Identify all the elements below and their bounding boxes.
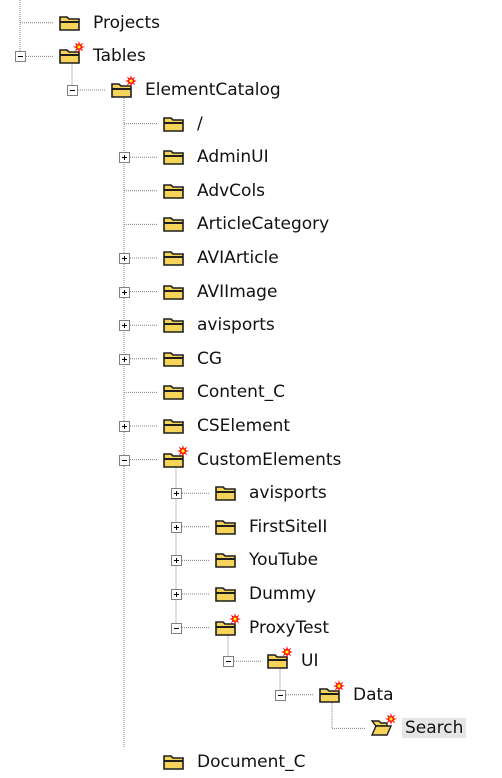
tree-node-label: ElementCatalog — [145, 80, 281, 100]
tree-node-aviimage[interactable]: AVIImage — [194, 276, 280, 308]
tree-node-articlecategory[interactable]: ArticleCategory — [194, 208, 332, 240]
folder-icon — [214, 545, 242, 571]
collapse-toggle-elementcatalog[interactable] — [67, 85, 78, 96]
folder-icon — [214, 579, 242, 605]
tree-node-label: avisports — [249, 483, 327, 504]
collapse-toggle-tables[interactable] — [15, 51, 26, 63]
tree-node-ui[interactable]: UI — [298, 645, 321, 677]
folder-new-icon — [318, 679, 346, 706]
tree-node-label: Projects — [93, 12, 161, 33]
folder-open-new-icon — [370, 713, 398, 739]
collapse-toggle-customelements[interactable] — [119, 454, 130, 466]
tree-node-elementcatalog[interactable]: ElementCatalog — [142, 74, 284, 106]
folder-icon — [162, 209, 190, 235]
folder-icon — [162, 310, 190, 336]
tree-node-label: AdminUI — [197, 147, 269, 168]
tree-view: Projects Tables ElementCatalog / AdminUI AdvC… — [0, 0, 502, 772]
expand-toggle-adminui[interactable] — [119, 152, 130, 164]
expand-toggle-dummy[interactable] — [171, 589, 182, 600]
folder-icon — [58, 8, 86, 34]
tree-node-label: CustomElements — [197, 449, 342, 470]
folder-new-icon — [110, 75, 138, 101]
collapse-toggle-data[interactable] — [275, 689, 286, 701]
tree-node-label: Content_C — [197, 382, 285, 403]
tree-node-dummy[interactable]: Dummy — [246, 578, 319, 610]
tree-node-data[interactable]: Data — [350, 679, 397, 711]
tree-node-label: CG — [197, 348, 223, 369]
tree-node-label: AVIArticle — [197, 248, 279, 268]
expand-toggle-firstsiteii[interactable] — [171, 521, 182, 533]
expand-toggle-avisports[interactable] — [171, 488, 182, 500]
folder-icon — [162, 344, 190, 370]
expand-toggle-aviarticle[interactable] — [119, 253, 130, 264]
tree-node-avisports[interactable]: avisports — [246, 477, 330, 509]
expand-toggle-aviimage[interactable] — [119, 286, 130, 298]
tree-node-label: YouTube — [249, 550, 319, 571]
tree-node-cg[interactable]: CG — [194, 343, 225, 375]
tree-node-label: AdvCols — [197, 180, 266, 201]
tree-node-search[interactable]: Search — [402, 712, 467, 744]
expand-toggle-cselement[interactable] — [119, 421, 130, 432]
tree-node-label: Tables — [93, 46, 146, 67]
tree-node-label: ProxyTest — [249, 617, 330, 638]
tree-node-content-c[interactable]: Content_C — [194, 376, 288, 408]
tree-node-adminui[interactable]: AdminUI — [194, 141, 272, 173]
tree-node-firstsiteii[interactable]: FirstSiteII — [246, 511, 330, 543]
folder-new-icon — [266, 646, 294, 672]
folder-icon — [162, 176, 190, 202]
tree-node-label: UI — [301, 651, 319, 672]
tree-node-projects[interactable]: Projects — [90, 7, 163, 39]
tree-node-cselement[interactable]: CSElement — [194, 410, 293, 442]
folder-new-icon — [58, 41, 86, 67]
tree-node-label: ArticleCategory — [197, 214, 330, 235]
tree-node-label: Search — [402, 718, 467, 739]
tree-node-label: avisports — [197, 315, 275, 336]
folder-icon — [162, 377, 190, 403]
folder-icon — [162, 411, 190, 437]
tree-node-label: / — [197, 113, 203, 134]
folder-icon — [162, 277, 190, 303]
expand-toggle-avisports[interactable] — [119, 320, 130, 332]
expand-toggle-youtube[interactable] — [171, 555, 182, 567]
tree-node-customelements[interactable]: CustomElements — [194, 444, 344, 476]
tree-node-advcols[interactable]: AdvCols — [194, 175, 268, 207]
tree-node-tables[interactable]: Tables — [90, 40, 149, 72]
tree-node-aviarticle[interactable]: AVIArticle — [194, 242, 282, 274]
folder-icon — [162, 747, 190, 773]
collapse-toggle-proxytest[interactable] — [171, 622, 182, 634]
tree-node-label: FirstSiteII — [249, 516, 328, 537]
folder-new-icon — [162, 444, 190, 471]
collapse-toggle-ui[interactable] — [223, 656, 234, 668]
tree-node-label: AVIImage — [197, 281, 278, 302]
tree-node-label: Data — [353, 684, 394, 705]
tree-node-document-c[interactable]: Document_C — [194, 746, 308, 778]
folder-new-icon — [214, 612, 242, 639]
tree-node-youtube[interactable]: YouTube — [246, 544, 321, 576]
tree-node-proxytest[interactable]: ProxyTest — [246, 612, 332, 644]
tree-node-label: Document_C — [197, 752, 306, 772]
folder-icon — [214, 512, 242, 538]
tree-node-label: Dummy — [249, 584, 317, 604]
folder-icon — [214, 478, 242, 504]
folder-icon — [162, 142, 190, 168]
tree-node-avisports[interactable]: avisports — [194, 309, 278, 341]
tree-node-label: CSElement — [197, 416, 291, 436]
folder-icon — [162, 109, 190, 135]
expand-toggle-cg[interactable] — [119, 353, 130, 365]
folder-icon — [162, 243, 190, 269]
tree-node-root[interactable]: / — [194, 108, 206, 140]
